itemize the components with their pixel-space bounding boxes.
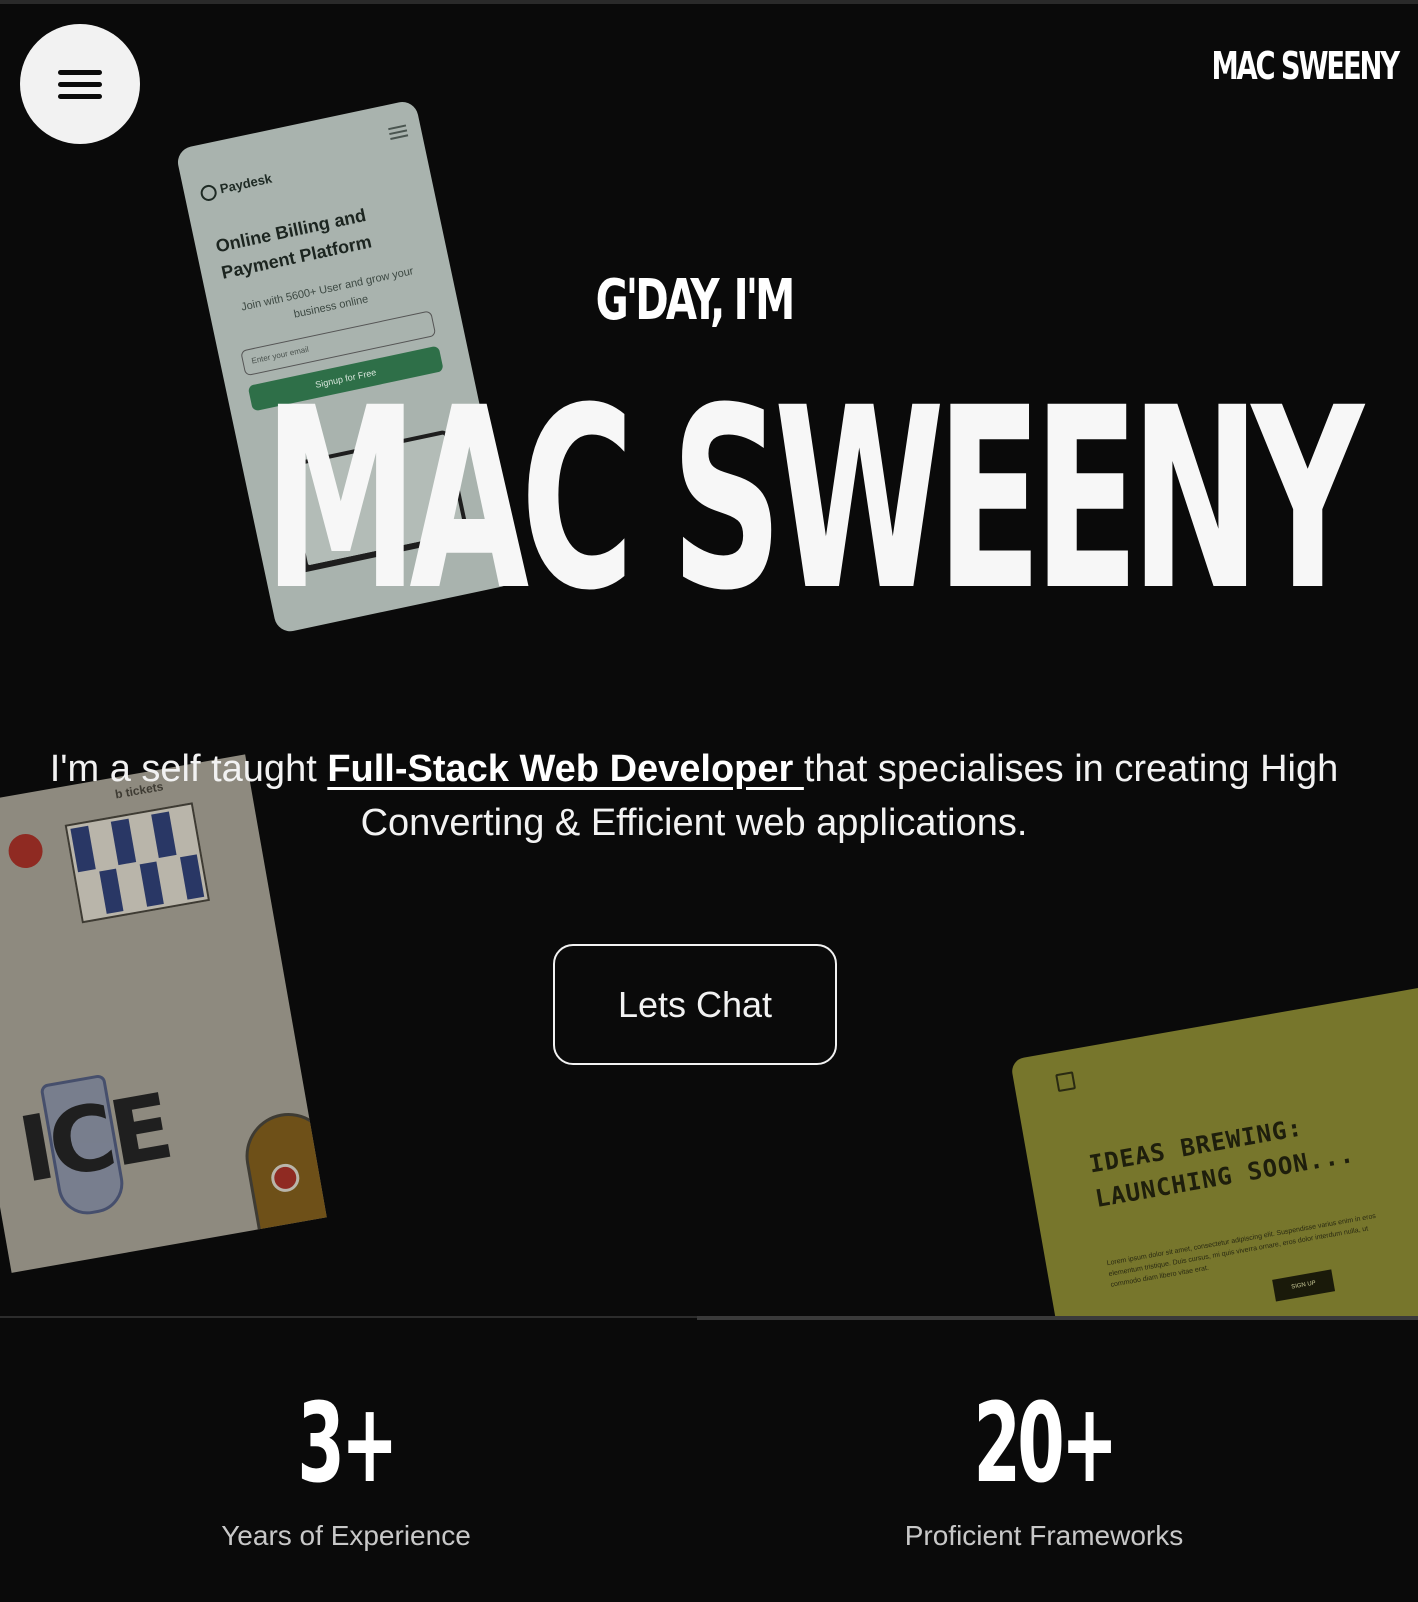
stat-value: 3+: [297, 1379, 398, 1507]
lets-chat-button[interactable]: Lets Chat: [553, 944, 837, 1065]
section-divider: [697, 1316, 1418, 1320]
stats-section: 3+ Years of Experience 20+ Proficient Fr…: [0, 1316, 1418, 1602]
save-icon: [1055, 1071, 1077, 1093]
stat-value: 20+: [973, 1379, 1119, 1507]
intro-text-before: I'm a self taught: [49, 748, 328, 790]
tickets-big-text: ICE: [11, 1074, 177, 1204]
hero-name: MAC SWEENY: [263, 354, 1364, 645]
top-divider: [0, 0, 1418, 4]
paydesk-logo-icon: [199, 183, 219, 202]
ideas-body: Lorem ipsum dolor sit amet, consectetur …: [1106, 1212, 1377, 1290]
ideas-title: IDEAS BREWING: LAUNCHING SOON...: [1086, 1113, 1357, 1213]
stat-label: Years of Experience: [221, 1520, 471, 1551]
intro-highlight-link[interactable]: Full-Stack Web Developer: [327, 748, 804, 790]
menu-icon: [388, 122, 409, 143]
menu-button[interactable]: [20, 24, 140, 144]
paydesk-logo: Paydesk: [199, 171, 274, 202]
brand-logo[interactable]: MAC SWEENY: [1212, 44, 1401, 88]
stat-label: Proficient Frameworks: [904, 1520, 1184, 1551]
stat-experience: 3+ Years of Experience: [86, 1388, 606, 1552]
stat-frameworks: 20+ Proficient Frameworks: [784, 1388, 1304, 1552]
hamburger-menu-icon: [58, 63, 102, 106]
hero-greeting: G'DAY, I'M: [595, 268, 796, 333]
ideas-signup-button: SIGN UP: [1272, 1269, 1336, 1302]
hero-intro: I'm a self taught Full-Stack Web Develop…: [40, 742, 1348, 850]
page: MAC SWEENY Paydesk Online Billing and Pa…: [0, 0, 1418, 1602]
